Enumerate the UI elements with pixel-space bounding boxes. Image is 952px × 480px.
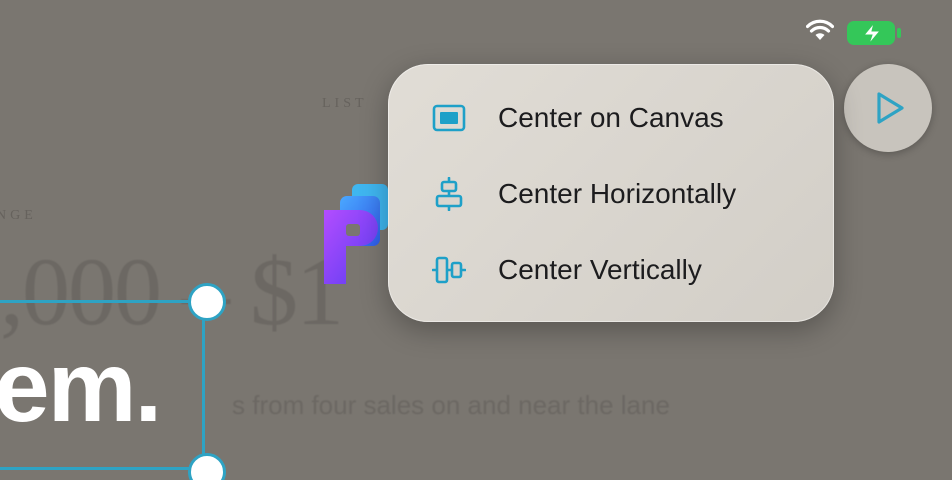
background-range-label: NGE: [0, 208, 37, 223]
center-horizontally-icon: [432, 177, 466, 211]
play-icon: [877, 92, 904, 124]
center-on-canvas-icon: [432, 101, 466, 135]
wifi-icon: [805, 18, 835, 47]
background-subtitle-text: s from four sales on and near the lane: [232, 390, 670, 420]
menu-item-label: Center Horizontally: [498, 178, 737, 209]
selection-bounding-box[interactable]: [0, 300, 205, 470]
menu-item-center-on-canvas[interactable]: Center on Canvas: [388, 83, 834, 153]
menu-item-label: Center on Canvas: [498, 102, 724, 133]
menu-item-center-vertically[interactable]: Center Vertically: [388, 235, 834, 305]
menu-item-label: Center Vertically: [498, 254, 702, 285]
resize-handle-top-right[interactable]: [188, 283, 226, 321]
resize-handle-bottom-right[interactable]: [188, 453, 226, 480]
center-vertically-icon: [432, 253, 466, 287]
app-logo-icon: [322, 180, 392, 290]
menu-item-center-horizontally[interactable]: Center Horizontally: [388, 159, 834, 229]
background-list-label: LIST: [322, 96, 368, 111]
alignment-context-menu: Center on Canvas Center Horizontally Cen…: [388, 64, 834, 322]
play-button[interactable]: [844, 64, 932, 152]
battery-charging-icon: [846, 20, 902, 51]
